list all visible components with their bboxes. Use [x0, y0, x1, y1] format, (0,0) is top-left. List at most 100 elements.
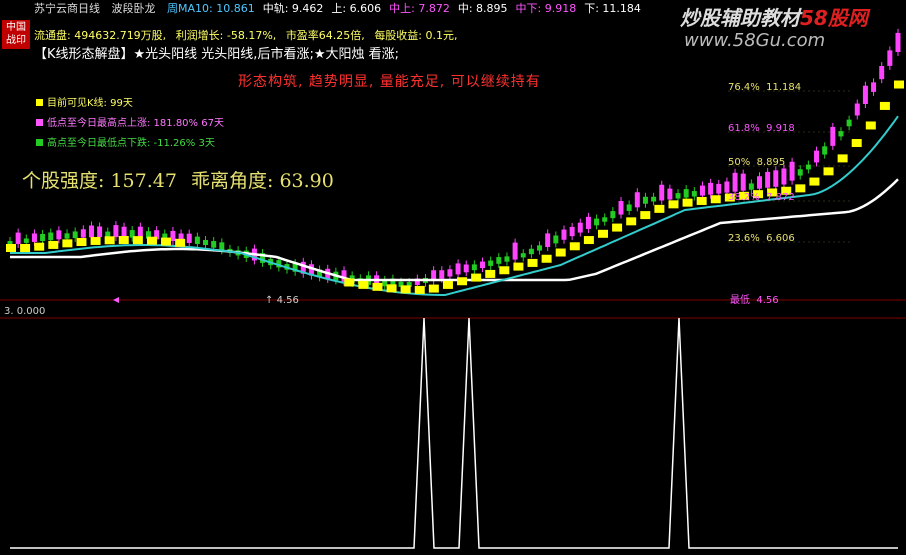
- candle-body: [537, 245, 543, 251]
- pattern-text: 【K线形态解盘】★光头阳线 光头阳线,后市看涨;★大阳烛 看涨;: [34, 47, 399, 62]
- trend-band-block: [710, 195, 721, 204]
- trend-band-block: [626, 217, 637, 226]
- eps: 每股收益: 0.1元,: [374, 29, 458, 42]
- scroll-marker: [113, 297, 119, 303]
- fib-price: 7.872: [766, 192, 795, 203]
- candle-body: [683, 189, 689, 198]
- candle-body: [602, 217, 608, 222]
- candle-body: [23, 238, 29, 243]
- candle-body: [699, 185, 705, 196]
- watermark-logo: 炒股辅助教材58股网: [680, 2, 868, 31]
- candle-body: [830, 126, 836, 146]
- trend-band-block: [161, 237, 172, 246]
- angle-label: 乖离角度:: [190, 170, 274, 192]
- legend-text-2: 高点至今日最低点下跌: -11.26% 3天: [47, 138, 215, 149]
- fib-level-618: 61.8% 9.918: [728, 123, 795, 134]
- candle-body: [675, 193, 681, 199]
- candle-body: [97, 226, 103, 238]
- header-item-3: 中上: 7.872: [389, 2, 450, 15]
- lowest-label: 最低: [730, 295, 750, 306]
- signal-spike-line: [10, 317, 898, 549]
- badge-line1: 中国: [6, 22, 26, 33]
- candle-body: [871, 82, 877, 92]
- candle-body: [512, 242, 518, 260]
- candle-body: [194, 236, 200, 244]
- indicator-name[interactable]: 波段卧龙: [112, 2, 156, 15]
- trend-band-block: [118, 236, 129, 245]
- candle-body: [667, 188, 673, 200]
- candle-body: [732, 172, 738, 192]
- fib-pct: 23.6%: [728, 233, 760, 244]
- stock-name[interactable]: 苏宁云商: [34, 2, 78, 15]
- trend-band-block: [598, 229, 608, 238]
- pe-ratio: 市盈率64.25倍,: [285, 29, 365, 42]
- trend-band-block: [34, 242, 45, 251]
- trend-band-block: [837, 154, 848, 163]
- candle-body: [170, 230, 176, 242]
- candle-body: [56, 230, 62, 240]
- candle-body: [879, 66, 885, 80]
- trend-band-block: [865, 121, 876, 130]
- candle-body: [186, 233, 192, 243]
- trend-band-block: [414, 285, 425, 294]
- low-point-marker: ↑ 4.56: [265, 295, 299, 306]
- sub-panel-index: 3.: [4, 306, 14, 317]
- angle-value: 63.90: [279, 170, 334, 192]
- candle-body: [105, 231, 111, 237]
- candle-body: [765, 171, 771, 188]
- brand-badge: 中国 战印: [2, 20, 30, 49]
- candle-body: [854, 103, 860, 116]
- fib-pct: 76.4%: [728, 82, 760, 93]
- fib-price: 8.895: [756, 157, 786, 168]
- legend-swatch-green: [36, 139, 43, 146]
- trend-band-block: [668, 200, 679, 209]
- trend-band-block: [640, 211, 651, 220]
- trend-band-block: [612, 223, 623, 232]
- legend-rise: 低点至今日最高点上涨: 181.80% 67天: [36, 114, 224, 129]
- fib-level-382: 38.2% 7.872: [728, 192, 795, 203]
- trend-band-block: [682, 198, 693, 207]
- trend-band-block: [527, 258, 538, 267]
- fib-level-50: 50% 8.895: [728, 157, 785, 168]
- header-item-2: 上: 6.606: [331, 2, 382, 15]
- candle-body: [471, 264, 477, 271]
- strength-value: 157.47: [110, 170, 177, 192]
- candle-body: [789, 161, 795, 181]
- candle-body: [724, 181, 730, 193]
- fib-price: 6.606: [766, 233, 795, 244]
- candle-body: [569, 226, 575, 237]
- profit-growth: 利润增长: -58.17%,: [175, 29, 277, 42]
- period-label[interactable]: 日线: [78, 2, 100, 15]
- header-values: 周MA10: 10.861 中轨: 9.462 上: 6.606 中上: 7.872 中…: [167, 2, 649, 15]
- candle-body: [553, 235, 559, 244]
- candle-body: [480, 261, 486, 269]
- candle-body: [757, 176, 763, 189]
- trend-band-block: [48, 240, 59, 249]
- legend-visible-bars: 目前可见K线: 99天: [36, 94, 133, 109]
- info-line: 流通盘: 494632.719万股, 利润增长: -58.17%, 市盈率64.…: [34, 27, 464, 43]
- watermark-text: 炒股辅助教材: [680, 6, 800, 30]
- sub-panel-label: 3. 0.000: [4, 306, 45, 317]
- candle-body: [545, 233, 551, 247]
- candle-body: [211, 241, 217, 248]
- fib-level-236: 23.6% 6.606: [728, 233, 795, 244]
- watermark-url: www.58Gu.com: [684, 30, 826, 51]
- trend-band-block: [569, 242, 580, 251]
- low-marker-value: 4.56: [276, 295, 299, 306]
- candle-body: [626, 204, 632, 211]
- candle-body: [659, 184, 665, 201]
- trend-band-block: [809, 177, 820, 186]
- trend-band-block: [6, 244, 16, 252]
- candle-body: [895, 32, 901, 52]
- sub-panel-value: 0.000: [16, 306, 46, 317]
- trend-band-block: [358, 280, 369, 289]
- trend-band-block: [386, 284, 397, 293]
- candle-body: [708, 182, 714, 195]
- candle-body: [64, 233, 70, 239]
- header-item-6: 下: 11.184: [584, 2, 641, 15]
- float-shares: 流通盘: 494632.719万股,: [34, 29, 167, 42]
- candle-body: [48, 232, 54, 241]
- trend-band-block: [400, 285, 411, 294]
- trend-band-block: [90, 236, 101, 245]
- candle-body: [88, 225, 94, 238]
